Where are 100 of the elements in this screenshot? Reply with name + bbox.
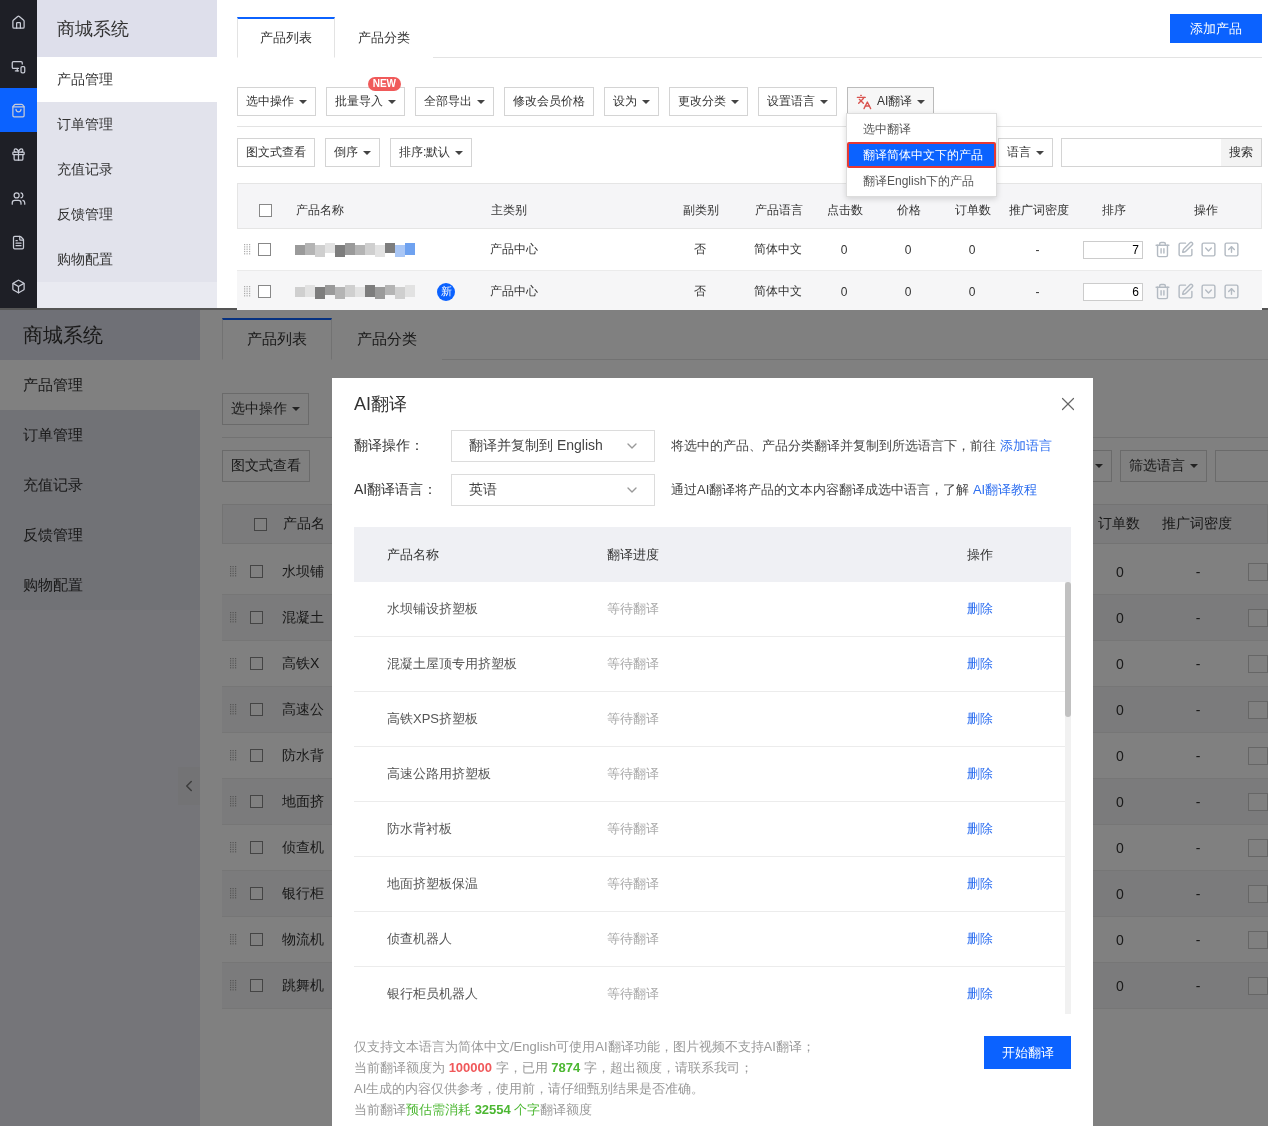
checkbox[interactable] bbox=[250, 841, 263, 854]
trash-icon[interactable] bbox=[1154, 241, 1171, 258]
sort-input[interactable] bbox=[1248, 700, 1268, 719]
sidebar-item[interactable]: 产品管理 bbox=[37, 57, 217, 102]
arrow-up-icon[interactable] bbox=[1223, 241, 1240, 258]
trash-icon[interactable] bbox=[1154, 283, 1171, 300]
caret-icon bbox=[292, 407, 300, 411]
checkbox[interactable] bbox=[250, 611, 263, 624]
sort-input[interactable] bbox=[1248, 792, 1268, 811]
arrow-up-icon[interactable] bbox=[1223, 283, 1240, 300]
table-cell: 0 bbox=[1116, 655, 1124, 672]
delete-link[interactable]: 删除 bbox=[967, 821, 993, 836]
sidebar-item[interactable]: 产品管理 bbox=[0, 360, 200, 410]
dropdown-button[interactable]: 批量导入 bbox=[326, 87, 405, 116]
dropdown-button[interactable]: 语言 bbox=[998, 138, 1053, 167]
drag-handle-icon[interactable] bbox=[230, 750, 237, 761]
checkbox[interactable] bbox=[250, 933, 263, 946]
sort-input[interactable] bbox=[1248, 654, 1268, 673]
dropdown-button[interactable]: 设为 bbox=[604, 87, 659, 116]
dropdown-button[interactable]: 设置语言 bbox=[758, 87, 837, 116]
delete-link[interactable]: 删除 bbox=[967, 986, 993, 1001]
select-field[interactable]: 英语 bbox=[451, 474, 655, 506]
dropdown-button[interactable]: 选中操作 bbox=[222, 393, 309, 425]
menu-item[interactable]: 翻译English下的产品 bbox=[847, 168, 996, 194]
checkbox[interactable] bbox=[259, 203, 272, 217]
menu-item[interactable]: 翻译简体中文下的产品 bbox=[847, 142, 996, 168]
drag-handle-icon[interactable] bbox=[230, 796, 237, 807]
dropdown-button[interactable]: 更改分类 bbox=[669, 87, 748, 116]
table-cell-text: 水坝铺设挤塑板 bbox=[386, 600, 479, 618]
edit-icon[interactable] bbox=[1177, 283, 1194, 300]
table-cell: 0 bbox=[904, 284, 912, 299]
tab[interactable]: 产品列表 bbox=[222, 318, 332, 360]
dropdown-button[interactable]: 排序:默认 bbox=[390, 138, 473, 167]
drag-handle-icon[interactable] bbox=[230, 658, 237, 669]
drag-handle-icon[interactable] bbox=[230, 704, 237, 715]
help-link[interactable]: 添加语言 bbox=[999, 438, 1052, 453]
sort-input[interactable] bbox=[1248, 608, 1268, 627]
sort-input[interactable]: 7 bbox=[1083, 240, 1143, 259]
checkbox[interactable] bbox=[258, 243, 271, 256]
dropdown-button[interactable]: 图文式查看 bbox=[237, 138, 315, 167]
dropdown-button[interactable]: 全部导出 bbox=[415, 87, 494, 116]
drag-handle-icon[interactable] bbox=[230, 612, 237, 623]
delete-link[interactable]: 删除 bbox=[967, 766, 993, 781]
sidebar-item[interactable]: 购物配置 bbox=[0, 560, 200, 610]
sort-input[interactable] bbox=[1248, 930, 1268, 949]
checkbox[interactable] bbox=[250, 657, 263, 670]
table-cell: - bbox=[1195, 793, 1201, 810]
sort-input[interactable] bbox=[1248, 746, 1268, 765]
delete-link[interactable]: 删除 bbox=[967, 931, 993, 946]
drag-handle-icon[interactable] bbox=[244, 286, 251, 297]
sidebar-item[interactable]: 订单管理 bbox=[0, 410, 200, 460]
drag-handle-icon[interactable] bbox=[230, 888, 237, 899]
sidebar-item[interactable]: 充值记录 bbox=[37, 147, 217, 192]
add-product-button[interactable]: 添加产品 bbox=[1170, 14, 1262, 43]
sort-input[interactable] bbox=[1248, 838, 1268, 857]
sort-input[interactable] bbox=[1248, 562, 1268, 581]
dropdown-button[interactable]: 图文式查看 bbox=[222, 450, 310, 482]
new-badge: NEW bbox=[367, 77, 401, 91]
scrollbar[interactable] bbox=[1065, 582, 1071, 717]
delete-link[interactable]: 删除 bbox=[967, 656, 993, 671]
delete-link[interactable]: 删除 bbox=[967, 601, 993, 616]
sidebar-item[interactable]: 反馈管理 bbox=[0, 510, 200, 560]
chevron-down-icon[interactable] bbox=[1200, 283, 1217, 300]
select-field[interactable]: 翻译并复制到 English bbox=[451, 430, 655, 462]
drag-handle-icon[interactable] bbox=[244, 244, 251, 255]
sort-input[interactable] bbox=[1248, 884, 1268, 903]
checkbox[interactable] bbox=[250, 565, 263, 578]
checkbox[interactable] bbox=[250, 703, 263, 716]
checkbox[interactable] bbox=[250, 795, 263, 808]
checkbox[interactable] bbox=[254, 517, 267, 531]
drag-handle-icon[interactable] bbox=[230, 934, 237, 945]
sidebar-item[interactable]: 反馈管理 bbox=[37, 192, 217, 237]
drag-handle-icon[interactable] bbox=[230, 980, 237, 991]
checkbox[interactable] bbox=[250, 749, 263, 762]
dropdown-button[interactable]: 修改会员价格 bbox=[504, 87, 594, 116]
tab[interactable]: 产品列表 bbox=[237, 17, 335, 58]
chevron-down-icon[interactable] bbox=[1200, 241, 1217, 258]
collapse-button[interactable] bbox=[178, 767, 200, 805]
drag-handle-icon[interactable] bbox=[230, 842, 237, 853]
edit-icon[interactable] bbox=[1177, 241, 1194, 258]
checkbox[interactable] bbox=[250, 887, 263, 900]
sort-input[interactable] bbox=[1248, 976, 1268, 995]
note-text: AI生成的内容仅供参考，使用前，请仔细甄别结果是否准确。 bbox=[354, 1080, 706, 1098]
drag-handle-icon[interactable] bbox=[230, 566, 237, 577]
dropdown-button[interactable]: 倒序 bbox=[325, 138, 380, 167]
sidebar-item[interactable]: 购物配置 bbox=[37, 237, 217, 282]
dropdown-button[interactable]: 选中操作 bbox=[237, 87, 316, 116]
help-link[interactable]: AI翻译教程 bbox=[972, 482, 1038, 497]
delete-link[interactable]: 删除 bbox=[967, 711, 993, 726]
status-text: 等待翻译 bbox=[607, 710, 660, 728]
sidebar-item[interactable]: 充值记录 bbox=[0, 460, 200, 510]
sort-input[interactable]: 6 bbox=[1083, 282, 1143, 301]
sidebar-item[interactable]: 订单管理 bbox=[37, 102, 217, 147]
checkbox[interactable] bbox=[258, 285, 271, 298]
column-header: 主类别 bbox=[491, 201, 527, 219]
menu-item[interactable]: 选中翻译 bbox=[847, 116, 996, 142]
delete-link[interactable]: 删除 bbox=[967, 876, 993, 891]
checkbox[interactable] bbox=[250, 979, 263, 992]
dropdown-button[interactable]: 筛选语言 bbox=[1120, 450, 1207, 482]
start-button[interactable]: 开始翻译 bbox=[984, 1036, 1071, 1069]
